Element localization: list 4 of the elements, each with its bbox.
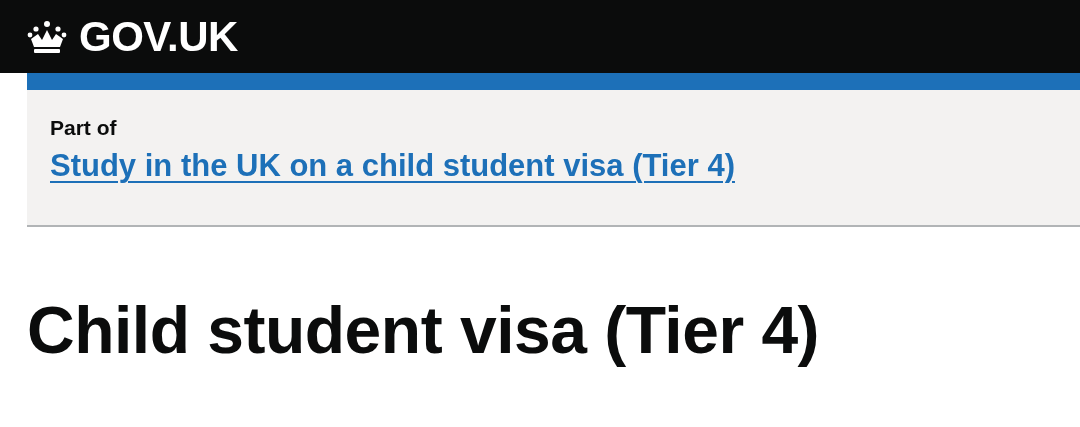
guide-link[interactable]: Study in the UK on a child student visa (Tier 4) [50, 148, 735, 184]
logo-link[interactable]: GOV.UK [27, 12, 238, 61]
crown-icon [27, 19, 67, 54]
part-of-label: Part of [50, 116, 117, 140]
